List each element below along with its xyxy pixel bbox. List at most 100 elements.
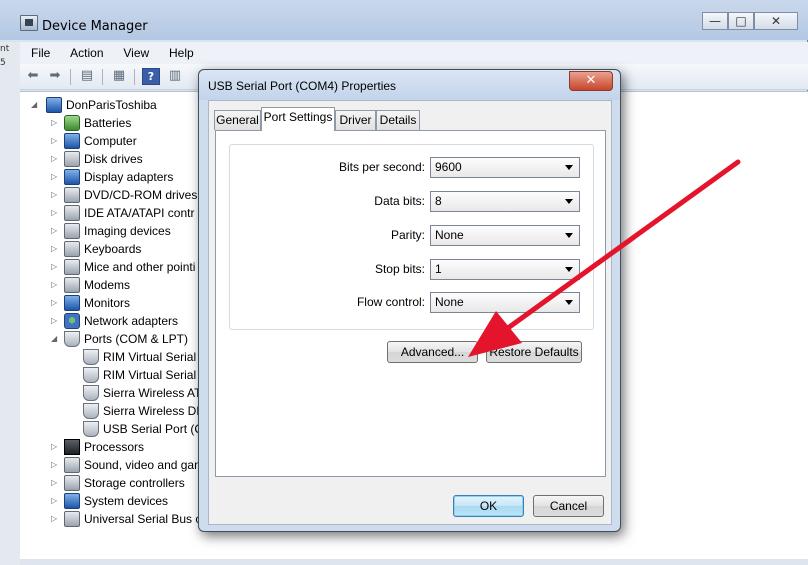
ok-button[interactable]: OK — [453, 495, 524, 517]
collapse-icon[interactable]: ◢ — [31, 96, 40, 114]
expand-icon[interactable]: ▷ — [51, 150, 60, 168]
flow-control-value: None — [435, 295, 464, 309]
restore-defaults-button[interactable]: Restore Defaults — [486, 341, 582, 363]
expand-icon[interactable]: ▷ — [51, 114, 60, 132]
expand-icon[interactable]: ▷ — [51, 168, 60, 186]
expand-icon[interactable]: ▷ — [51, 294, 60, 312]
port-settings-group: Bits per second: 9600 Data bits: 8 Parit… — [229, 144, 594, 330]
menu-file[interactable]: File — [20, 42, 55, 60]
menu-view[interactable]: View — [112, 42, 154, 60]
expand-icon[interactable]: ▷ — [51, 132, 60, 150]
tree-item-label: Processors — [84, 440, 145, 454]
expand-icon[interactable] — [70, 420, 79, 438]
edge-text: nt — [0, 44, 10, 54]
help-icon[interactable]: ? — [142, 68, 160, 85]
modem-icon — [64, 277, 80, 293]
chevron-down-icon — [565, 199, 573, 204]
ide-controller-icon — [64, 205, 80, 221]
storage-controller-icon — [64, 475, 80, 491]
tree-item-label: DVD/CD-ROM drives — [84, 188, 198, 202]
computer-icon — [46, 97, 62, 113]
properties-icon[interactable]: ▦ — [110, 68, 128, 85]
window-title: Device Manager — [42, 19, 148, 34]
tree-item-label: Sound, video and gan — [84, 458, 201, 472]
properties-dialog: USB Serial Port (COM4) Properties ✕ Gene… — [198, 69, 621, 532]
parity-select[interactable]: None — [430, 225, 580, 246]
tree-item-label: Universal Serial Bus co — [84, 512, 209, 526]
dialog-body: General Port Settings Driver Details Bit… — [208, 100, 612, 525]
tree-item-label: USB Serial Port (CO — [103, 422, 213, 436]
processor-icon — [64, 439, 80, 455]
port-icon — [64, 331, 80, 347]
show-hide-console-tree-icon[interactable]: ▤ — [78, 68, 96, 85]
expand-icon[interactable]: ▷ — [51, 222, 60, 240]
parity-value: None — [435, 228, 464, 242]
scan-hardware-icon[interactable]: ▥ — [166, 68, 184, 85]
bits-per-second-label: Bits per second: — [338, 160, 425, 174]
expand-icon[interactable]: ▷ — [51, 276, 60, 294]
tree-item-label: Keyboards — [84, 242, 142, 256]
minimize-button[interactable]: — — [702, 12, 728, 30]
tree-item-label: RIM Virtual Serial P — [103, 368, 208, 382]
menu-help[interactable]: Help — [158, 42, 199, 60]
data-bits-value: 8 — [435, 194, 442, 208]
close-button[interactable]: ✕ — [754, 12, 798, 30]
expand-icon[interactable]: ▷ — [51, 258, 60, 276]
window-controls: — □ ✕ — [702, 12, 798, 30]
cancel-button[interactable]: Cancel — [533, 495, 604, 517]
expand-icon[interactable]: ▷ — [51, 474, 60, 492]
collapse-icon[interactable]: ◢ — [51, 330, 60, 348]
menu-action[interactable]: Action — [59, 42, 108, 60]
data-bits-select[interactable]: 8 — [430, 191, 580, 212]
speaker-icon — [64, 457, 80, 473]
expand-icon[interactable]: ▷ — [51, 492, 60, 510]
dialog-title-bar: USB Serial Port (COM4) Properties ✕ — [199, 70, 620, 100]
port-settings-panel: Bits per second: 9600 Data bits: 8 Parit… — [215, 130, 606, 477]
network-adapter-icon — [64, 313, 80, 329]
camera-icon — [64, 223, 80, 239]
tab-details[interactable]: Details — [376, 110, 420, 130]
tree-item-label: RIM Virtual Serial P — [103, 350, 208, 364]
maximize-button[interactable]: □ — [728, 12, 754, 30]
keyboard-icon — [64, 241, 80, 257]
parity-label: Parity: — [390, 228, 425, 242]
forward-arrow-icon[interactable]: ➡ — [46, 68, 64, 85]
expand-icon[interactable] — [70, 366, 79, 384]
expand-icon[interactable]: ▷ — [51, 312, 60, 330]
expand-icon[interactable] — [70, 402, 79, 420]
expand-icon[interactable]: ▷ — [51, 438, 60, 456]
tab-driver[interactable]: Driver — [335, 110, 376, 130]
stop-bits-select[interactable]: 1 — [430, 259, 580, 280]
stop-bits-value: 1 — [435, 262, 442, 276]
tree-item-label: Sierra Wireless DM — [103, 404, 207, 418]
expand-icon[interactable]: ▷ — [51, 204, 60, 222]
expand-icon[interactable]: ▷ — [51, 240, 60, 258]
expand-icon[interactable] — [70, 348, 79, 366]
bits-per-second-value: 9600 — [435, 160, 462, 174]
dvd-drive-icon — [64, 187, 80, 203]
bits-per-second-select[interactable]: 9600 — [430, 157, 580, 178]
usb-icon — [64, 511, 80, 527]
flow-control-select[interactable]: None — [430, 292, 580, 313]
system-device-icon — [64, 493, 80, 509]
chevron-down-icon — [565, 233, 573, 238]
menu-bar: File Action View Help — [20, 42, 808, 64]
battery-icon — [64, 115, 80, 131]
advanced-button[interactable]: Advanced... — [387, 341, 478, 363]
toolbar-separator — [70, 69, 71, 85]
tree-item-label: Imaging devices — [84, 224, 171, 238]
expand-icon[interactable]: ▷ — [51, 510, 60, 528]
tree-item-label: Ports (COM & LPT) — [84, 332, 189, 346]
edge-text: 5 — [0, 58, 6, 68]
expand-icon[interactable]: ▷ — [51, 186, 60, 204]
port-icon — [83, 349, 99, 365]
tree-item-label: Computer — [84, 134, 137, 148]
tab-general[interactable]: General — [214, 110, 261, 130]
expand-icon[interactable] — [70, 384, 79, 402]
back-arrow-icon[interactable]: ⬅ — [24, 68, 42, 85]
dialog-close-button[interactable]: ✕ — [569, 71, 613, 91]
tab-port-settings[interactable]: Port Settings — [261, 107, 335, 131]
expand-icon[interactable]: ▷ — [51, 456, 60, 474]
port-icon — [83, 385, 99, 401]
tree-item-label: Sierra Wireless AT — [103, 386, 202, 400]
